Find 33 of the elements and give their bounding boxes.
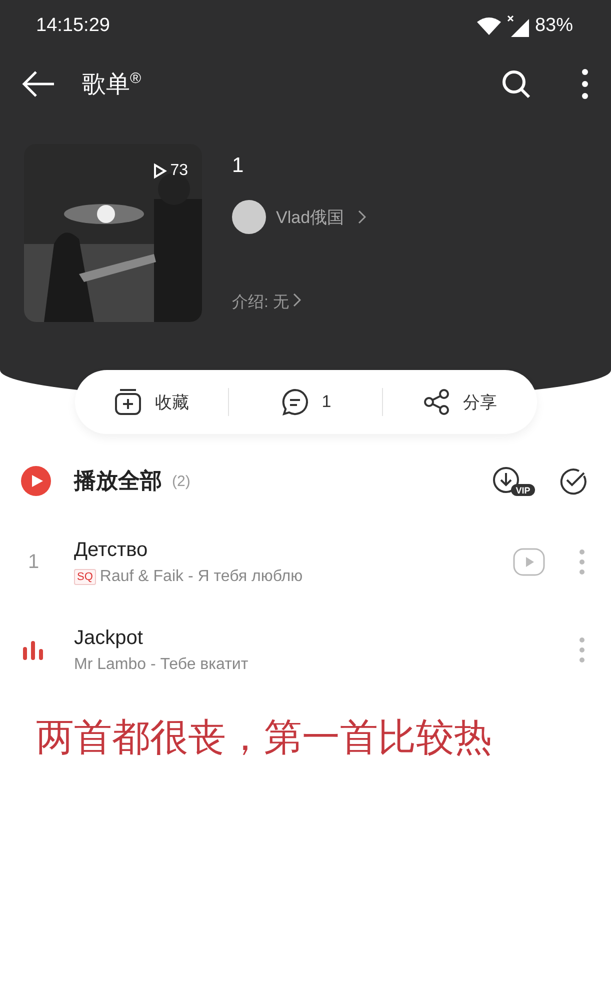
song-artist-album: Rauf & Faik - Я тебя люблю [100,568,303,586]
share-button[interactable]: 分享 [383,382,536,422]
play-all-icon[interactable] [20,465,52,497]
creator-link[interactable]: Vlad俄国 [276,206,344,228]
search-icon[interactable] [501,69,531,99]
collect-button[interactable]: 收藏 [74,382,228,422]
add-to-collection-icon [113,387,144,417]
song-title[interactable]: Детство [74,538,513,562]
creator-avatar[interactable] [232,200,266,234]
caption-text: 两首都很丧，第一首比较热 [35,716,493,761]
back-arrow-icon[interactable] [22,70,56,98]
signal-icon [506,15,529,37]
song-count: (2) [172,472,192,490]
share-icon [422,388,451,416]
song-artist-album: Mr Lambo - Тебе вкатит [74,656,248,674]
intro-link[interactable]: 介绍: 无 [232,294,289,311]
more-menu-icon[interactable] [581,68,589,100]
clock: 14:15:29 [36,15,110,37]
play-all-label[interactable]: 播放全部 [74,466,162,496]
comment-icon [280,387,310,417]
quality-tag: SQ [74,568,96,584]
play-icon [153,163,168,179]
playlist-name: 1 [232,154,245,178]
wifi-icon [476,17,501,35]
song-title[interactable]: Jackpot [74,626,579,650]
battery-level: 83% [534,15,573,37]
page-title: 歌单$^{®}$ [82,69,142,100]
chevron-right-icon [358,210,366,224]
track-number: 1 [28,550,40,574]
play-count: 73 [170,162,188,180]
multi-select-icon[interactable] [559,467,587,495]
comment-button[interactable]: 1 [228,382,382,422]
chevron-right-icon [292,293,301,307]
